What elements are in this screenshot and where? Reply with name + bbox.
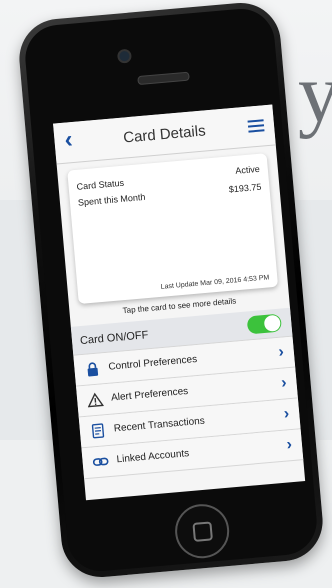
card-on-off-toggle[interactable] xyxy=(246,313,283,335)
last-update: Last Update Mar 09, 2016 4:53 PM xyxy=(160,274,270,291)
chevron-right-icon: › xyxy=(283,405,290,423)
chevron-right-icon: › xyxy=(285,436,293,454)
menu-item-label: Recent Transactions xyxy=(113,415,206,435)
app-screen: ‹ Card Details Card Status Active Spent … xyxy=(53,104,306,501)
menu-item-label: Linked Accounts xyxy=(116,448,190,466)
chevron-right-icon: › xyxy=(280,374,288,392)
phone-bezel: ‹ Card Details Card Status Active Spent … xyxy=(22,6,320,574)
camera-icon xyxy=(116,48,133,64)
phone-body: ‹ Card Details Card Status Active Spent … xyxy=(16,0,326,581)
card-status-label: Card Status xyxy=(76,177,125,192)
chevron-left-icon[interactable]: ‹ xyxy=(63,126,73,154)
card-summary[interactable]: Card Status Active Spent this Month $193… xyxy=(67,153,279,305)
phone-device: ‹ Card Details Card Status Active Spent … xyxy=(16,0,326,588)
chevron-right-icon: › xyxy=(277,343,285,361)
menu-item-label: Control Preferences xyxy=(108,354,198,373)
link-icon xyxy=(92,457,109,466)
warning-triangle-icon xyxy=(87,392,104,408)
document-icon xyxy=(91,423,105,439)
menu-item-label: Alert Preferences xyxy=(110,385,189,404)
toggle-knob xyxy=(263,314,281,332)
spent-label: Spent this Month xyxy=(77,191,146,208)
hamburger-menu-icon[interactable] xyxy=(247,119,265,133)
card-status-value: Active xyxy=(234,163,261,176)
card-toggle-label: Card ON/OFF xyxy=(79,329,149,348)
background-letter: y xyxy=(298,47,332,140)
page-title: Card Details xyxy=(122,122,207,147)
home-button-icon xyxy=(192,521,213,542)
home-button[interactable] xyxy=(172,501,232,561)
spent-value: $193.75 xyxy=(228,181,262,195)
speaker-grille xyxy=(137,71,190,86)
lock-icon xyxy=(87,362,99,377)
